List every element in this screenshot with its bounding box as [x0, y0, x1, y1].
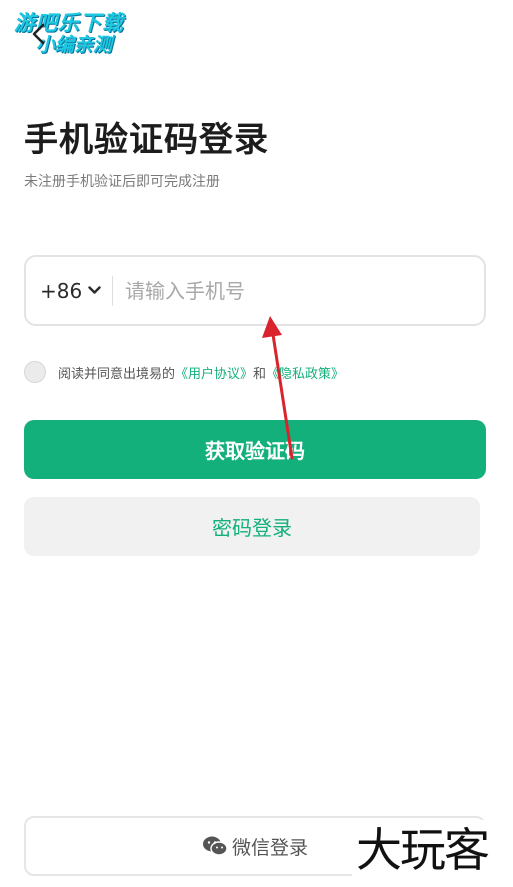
corner-watermark-logo: 大玩客 — [352, 820, 492, 880]
country-code-label: +86 — [40, 278, 83, 303]
page-title: 手机验证码登录 — [24, 120, 269, 160]
user-agreement-link[interactable]: 《用户协议》 — [175, 367, 253, 382]
agreement-checkbox[interactable] — [24, 361, 46, 383]
country-code-selector[interactable]: +86 — [26, 257, 112, 324]
agreement-text: 阅读并同意出境易的《用户协议》和《隐私政策》 — [58, 363, 344, 382]
agreement-connector: 和 — [253, 366, 267, 382]
wechat-icon — [202, 836, 228, 856]
privacy-policy-link[interactable]: 《隐私政策》 — [266, 367, 344, 382]
password-login-button[interactable]: 密码登录 — [24, 497, 480, 556]
phone-number-input[interactable] — [113, 257, 484, 324]
login-page: 游吧乐下载 小编亲测 手机验证码登录 未注册手机验证后即可完成注册 +86 阅读… — [0, 0, 513, 887]
agreement-prefix: 阅读并同意出境易的 — [58, 366, 176, 382]
chevron-down-icon — [88, 286, 101, 294]
back-arrow-icon[interactable] — [30, 22, 48, 46]
get-code-button[interactable]: 获取验证码 — [24, 420, 486, 479]
wechat-login-label: 微信登录 — [231, 836, 308, 859]
phone-field: +86 — [24, 255, 486, 326]
page-subtitle: 未注册手机验证后即可完成注册 — [24, 174, 220, 190]
agreement-row: 阅读并同意出境易的《用户协议》和《隐私政策》 — [24, 361, 344, 383]
